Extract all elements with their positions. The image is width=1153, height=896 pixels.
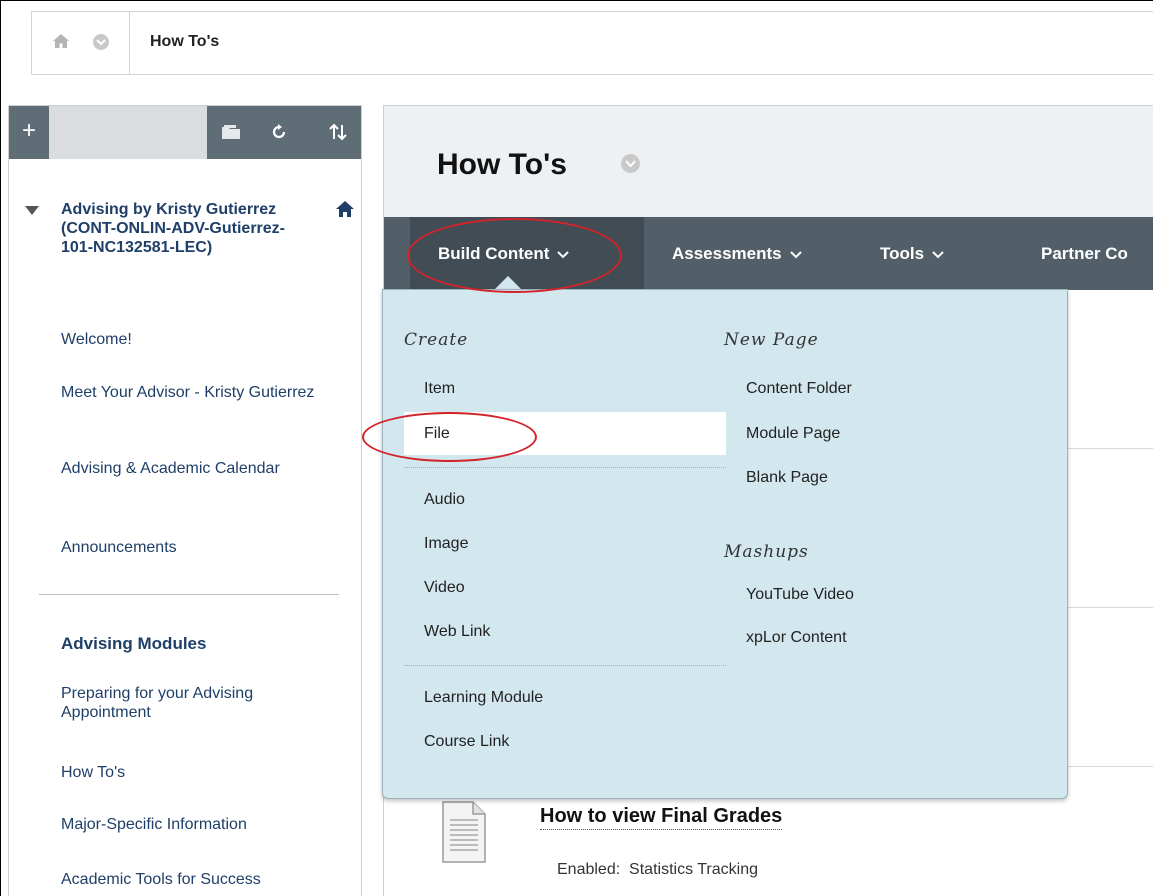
- menu-item-blank-page[interactable]: Blank Page: [746, 469, 828, 487]
- chevron-down-icon: [932, 250, 944, 258]
- page-header: How To's: [384, 106, 1153, 217]
- content-item-title[interactable]: How to view Final Grades: [540, 805, 783, 830]
- menu-item-academic-tools[interactable]: Academic Tools for Success: [61, 870, 341, 889]
- file-annotation: [362, 412, 537, 462]
- menu-separator: [404, 665, 726, 666]
- mashups-heading: Mashups: [724, 542, 809, 562]
- folder-view-icon[interactable]: [221, 124, 241, 140]
- menu-item-course-link[interactable]: Course Link: [424, 733, 509, 751]
- menu-item-web-link[interactable]: Web Link: [424, 623, 490, 641]
- new-page-heading: New Page: [724, 330, 819, 350]
- menu-item-how-tos[interactable]: How To's: [61, 763, 341, 782]
- content-divider: [1068, 766, 1153, 767]
- add-menu-item-button[interactable]: +: [9, 106, 49, 159]
- menu-item-major-specific[interactable]: Major-Specific Information: [61, 815, 341, 834]
- menu-item-youtube-video[interactable]: YouTube Video: [746, 586, 854, 604]
- document-icon: [442, 801, 486, 863]
- menu-item-video[interactable]: Video: [424, 579, 465, 597]
- menu-item-meet-advisor[interactable]: Meet Your Advisor - Kristy Gutierrez: [61, 383, 341, 402]
- refresh-icon[interactable]: [270, 123, 288, 141]
- menu-item-preparing[interactable]: Preparing for your Advising Appointment: [61, 684, 341, 722]
- partner-content-button[interactable]: Partner Co: [1041, 244, 1128, 264]
- build-content-menu: Create Item File Audio Image Video Web L…: [382, 289, 1068, 799]
- toolbar-spacer: [49, 106, 207, 159]
- menu-divider: [39, 594, 339, 595]
- create-heading: Create: [404, 330, 469, 350]
- breadcrumb-menu-chevron-icon[interactable]: [93, 34, 109, 50]
- screenshot-frame-left: [0, 0, 1, 896]
- chevron-down-icon: [789, 250, 802, 258]
- content-item-meta: Enabled: Statistics Tracking: [557, 861, 758, 878]
- breadcrumb-home-cell: [32, 12, 130, 74]
- reorder-icon[interactable]: [327, 121, 349, 143]
- menu-item-module-page[interactable]: Module Page: [746, 425, 840, 443]
- screenshot-frame-top: [0, 0, 1153, 1]
- content-divider: [1068, 607, 1153, 608]
- assessments-button[interactable]: Assessments: [672, 244, 802, 264]
- menu-item-content-folder[interactable]: Content Folder: [746, 380, 852, 398]
- menu-item-image[interactable]: Image: [424, 535, 468, 553]
- breadcrumb-current: How To's: [150, 33, 220, 50]
- course-home-icon[interactable]: [335, 200, 355, 218]
- menu-item-welcome[interactable]: Welcome!: [61, 330, 341, 349]
- menu-item-create-item[interactable]: Item: [424, 380, 455, 398]
- partner-content-label: Partner Co: [1041, 244, 1128, 263]
- build-content-annotation: [407, 218, 622, 293]
- breadcrumb: How To's: [31, 11, 1153, 75]
- menu-item-audio[interactable]: Audio: [424, 491, 465, 509]
- course-menu-toolbar: +: [9, 106, 361, 159]
- course-menu: + Advising by Kristy Gutierrez (CONT-ONL…: [8, 105, 362, 896]
- menu-section-advising-modules: Advising Modules: [61, 634, 207, 653]
- page-title-chevron-icon[interactable]: [621, 154, 640, 173]
- tools-button[interactable]: Tools: [880, 244, 944, 264]
- tools-label: Tools: [880, 244, 925, 263]
- menu-separator: [404, 467, 726, 468]
- assessments-label: Assessments: [672, 244, 782, 263]
- home-icon[interactable]: [52, 32, 70, 50]
- menu-item-advising-calendar[interactable]: Advising & Academic Calendar: [61, 459, 341, 478]
- content-divider: [1068, 448, 1153, 449]
- menu-item-announcements[interactable]: Announcements: [61, 538, 341, 557]
- page-title: How To's: [437, 148, 567, 181]
- collapse-triangle-icon[interactable]: [25, 206, 39, 215]
- course-title[interactable]: Advising by Kristy Gutierrez (CONT-ONLIN…: [61, 200, 311, 257]
- menu-item-learning-module[interactable]: Learning Module: [424, 689, 543, 707]
- menu-item-xplor-content[interactable]: xpLor Content: [746, 629, 847, 647]
